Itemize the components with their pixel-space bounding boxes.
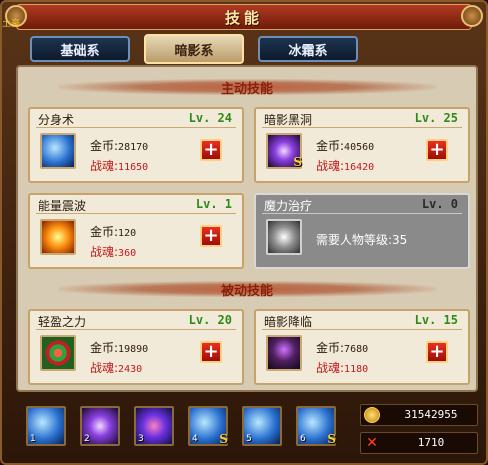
- skill-level: Lv. 24: [188, 111, 232, 125]
- skills-window: 技能 土豪 基础系 暗影系 冰霜系 主动技能 分身术 Lv. 24 金币:281…: [0, 0, 488, 465]
- shadow-figure-icon[interactable]: [266, 335, 302, 371]
- soul-balance: ✕ 1710: [360, 432, 478, 454]
- gold-value: 31542955: [404, 408, 458, 421]
- close-button[interactable]: [461, 5, 483, 27]
- hotbar-slot-4[interactable]: 4S: [188, 406, 228, 446]
- skill-name: 能量震波: [38, 199, 87, 213]
- upgrade-button[interactable]: +: [426, 139, 448, 161]
- heal-swirl-icon[interactable]: [266, 219, 302, 255]
- skills-panel: 主动技能 分身术 Lv. 24 金币:28170 战魂:11650 + 暗影黑洞…: [16, 65, 478, 392]
- skill-card-clone: 分身术 Lv. 24 金币:28170 战魂:11650 +: [28, 107, 244, 183]
- skill-card-mana-heal: 魔力治疗 Lv. 0 需要人物等级:35: [254, 193, 470, 269]
- crossed-swords-icon: ✕: [366, 435, 378, 451]
- skill-name: 轻盈之力: [38, 315, 87, 329]
- upgrade-button[interactable]: +: [200, 225, 222, 247]
- tab-frost[interactable]: 冰霜系: [258, 36, 358, 62]
- skill-card-energy-wave: 能量震波 Lv. 1 金币:120 战魂:360 +: [28, 193, 244, 269]
- hotbar-slot-6[interactable]: 6S: [296, 406, 336, 446]
- upgrade-button[interactable]: +: [426, 341, 448, 363]
- soul-cost: 战魂:360: [90, 245, 137, 259]
- soul-cost: 战魂:16420: [316, 159, 375, 173]
- side-tag: 土豪: [2, 19, 21, 29]
- hotbar-area: 1 2 3 4S 5 6S 31542955 ✕ 1710: [16, 400, 478, 462]
- skill-name: 分身术: [38, 113, 75, 127]
- passive-skills-title: 被动技能: [220, 283, 273, 299]
- gold-cost: 金币:19890: [90, 341, 149, 355]
- passive-skills-header: 被动技能: [18, 277, 476, 301]
- active-skills-title: 主动技能: [220, 81, 273, 97]
- gold-cost: 金币:7680: [316, 341, 369, 355]
- hotbar-slot-1[interactable]: 1: [26, 406, 66, 446]
- active-skills-header: 主动技能: [18, 75, 476, 99]
- soul-cost: 战魂:2430: [90, 361, 143, 375]
- gold-coin-icon: [364, 407, 380, 423]
- skill-level: Lv. 20: [188, 313, 232, 327]
- gold-cost: 金币:28170: [90, 139, 149, 153]
- title-bar: 技能: [16, 4, 472, 30]
- hotbar-slot-5[interactable]: 5: [242, 406, 282, 446]
- window-title: 技能: [224, 8, 263, 27]
- soul-cost: 战魂:11650: [90, 159, 149, 173]
- soul-value: 1710: [417, 436, 445, 449]
- tab-basic[interactable]: 基础系: [30, 36, 130, 62]
- level-requirement: 需要人物等级:35: [316, 233, 408, 247]
- blue-lightning-icon[interactable]: [40, 133, 76, 169]
- hotbar-slot-3[interactable]: 3: [134, 406, 174, 446]
- skill-name: 魔力治疗: [264, 199, 313, 213]
- gold-cost: 金币:40560: [316, 139, 375, 153]
- gold-balance: 31542955: [360, 404, 478, 426]
- skill-level: Lv. 15: [414, 313, 458, 327]
- skill-name: 暗影黑洞: [264, 113, 313, 127]
- hotbar-slot-2[interactable]: 2: [80, 406, 120, 446]
- skill-level: Lv. 25: [414, 111, 458, 125]
- soul-cost: 战魂:1180: [316, 361, 369, 375]
- gold-cost: 金币:120: [90, 225, 137, 239]
- skill-tabs: 基础系 暗影系 冰霜系: [30, 34, 358, 64]
- skill-card-shadow-descent: 暗影降临 Lv. 15 金币:7680 战魂:1180 +: [254, 309, 470, 385]
- target-icon[interactable]: [40, 335, 76, 371]
- skill-card-light-force: 轻盈之力 Lv. 20 金币:19890 战魂:2430 +: [28, 309, 244, 385]
- skill-level: Lv. 0: [421, 197, 458, 211]
- tab-shadow[interactable]: 暗影系: [144, 34, 244, 64]
- skill-card-shadow-hole: 暗影黑洞 Lv. 25 S 金币:40560 战魂:16420 +: [254, 107, 470, 183]
- upgrade-button[interactable]: +: [200, 341, 222, 363]
- skill-name: 暗影降临: [264, 315, 313, 329]
- purple-vortex-icon[interactable]: S: [266, 133, 302, 169]
- skill-level: Lv. 1: [195, 197, 232, 211]
- fire-burst-icon[interactable]: [40, 219, 76, 255]
- upgrade-button[interactable]: +: [200, 139, 222, 161]
